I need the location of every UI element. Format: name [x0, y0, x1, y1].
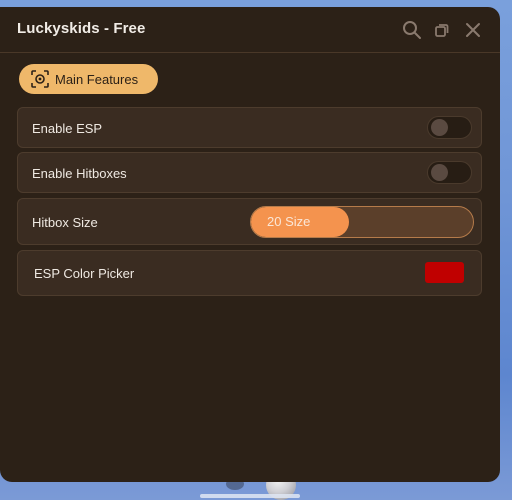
tab-main-features[interactable]: Main Features — [19, 64, 158, 94]
app-window: Luckyskids - Free Main Features Enable E… — [0, 7, 500, 482]
color-swatch[interactable] — [425, 262, 464, 283]
search-icon[interactable] — [401, 19, 423, 41]
tab-label: Main Features — [55, 71, 139, 87]
setting-row-hitbox-size: Hitbox Size 20 Size — [17, 198, 482, 245]
setting-row-esp: Enable ESP — [17, 107, 482, 148]
setting-row-hitboxes: Enable Hitboxes — [17, 152, 482, 193]
close-icon[interactable] — [462, 19, 484, 41]
setting-label: Enable ESP — [32, 121, 103, 136]
feature-icon — [30, 69, 50, 89]
home-indicator — [200, 494, 300, 498]
tab-bar: Main Features — [0, 53, 500, 107]
toggle-knob — [431, 119, 448, 136]
window-title: Luckyskids - Free — [17, 20, 146, 37]
titlebar: Luckyskids - Free — [0, 7, 500, 53]
toggle-knob — [431, 164, 448, 181]
setting-label: Enable Hitboxes — [32, 166, 127, 181]
setting-label: ESP Color Picker — [34, 266, 135, 281]
setting-row-esp-color: ESP Color Picker — [17, 250, 482, 296]
hitbox-size-slider[interactable]: 20 Size — [250, 206, 474, 238]
hitboxes-toggle[interactable] — [427, 161, 472, 184]
setting-label: Hitbox Size — [32, 215, 98, 230]
restore-icon[interactable] — [431, 19, 453, 41]
esp-toggle[interactable] — [427, 116, 472, 139]
slider-value: 20 Size — [267, 214, 311, 229]
